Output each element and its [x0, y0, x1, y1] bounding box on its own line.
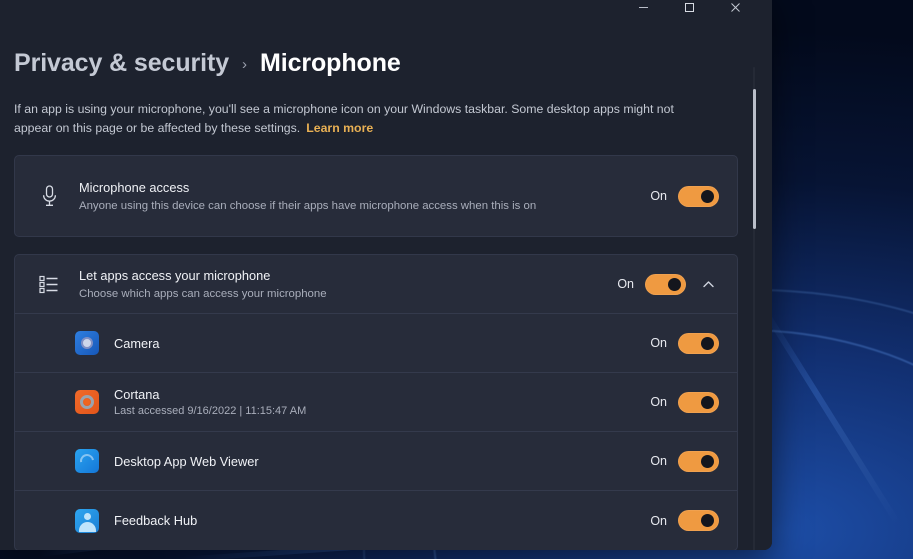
close-icon [730, 2, 740, 12]
app-toggle[interactable] [678, 391, 719, 413]
breadcrumb-parent-link[interactable]: Privacy & security [14, 49, 229, 78]
app-name: Camera [114, 335, 160, 351]
page-description: If an app is using your microphone, you'… [14, 100, 708, 138]
app-access-control: On [617, 273, 719, 295]
toggle-knob [701, 454, 714, 468]
learn-more-link[interactable]: Learn more [306, 121, 373, 135]
microphone-access-text: Microphone access Anyone using this devi… [79, 179, 650, 214]
minimize-icon [638, 6, 648, 8]
camera-app-icon [75, 331, 99, 355]
microphone-access-card: Microphone access Anyone using this devi… [14, 155, 738, 237]
app-state-label: On [650, 454, 667, 468]
app-name: Cortana [114, 386, 160, 402]
app-name: Feedback Hub [114, 513, 198, 528]
app-state-label: On [650, 336, 667, 350]
maximize-button[interactable] [666, 0, 712, 22]
microphone-icon [33, 184, 65, 208]
microphone-access-control: On [650, 185, 719, 207]
app-control: On [650, 332, 719, 354]
breadcrumb-separator-icon: › [242, 56, 247, 73]
table-row[interactable]: Feedback Hub On [15, 491, 737, 550]
app-access-row[interactable]: Let apps access your microphone Choose w… [15, 255, 737, 313]
app-control: On [650, 510, 719, 531]
chevron-up-icon[interactable] [697, 273, 719, 295]
feedback-hub-app-icon [75, 508, 99, 533]
cortana-dot [84, 399, 90, 405]
app-access-subtitle: Choose which apps can access your microp… [79, 287, 327, 300]
app-info: Feedback Hub [114, 512, 650, 529]
app-toggle[interactable] [678, 332, 719, 354]
app-info: Cortana Last accessed 9/16/2022 | 11:15:… [114, 386, 650, 419]
person-head [84, 512, 91, 520]
toggle-knob [701, 336, 714, 350]
app-info: Camera [114, 335, 650, 352]
settings-window: Privacy & security › Microphone If an ap… [0, 0, 772, 550]
toggle-knob [701, 514, 714, 527]
app-state-label: On [650, 513, 667, 528]
app-access-toggle[interactable] [645, 273, 686, 295]
app-toggle[interactable] [678, 450, 719, 472]
cortana-app-icon [75, 390, 99, 414]
web-viewer-swirl [77, 451, 97, 471]
maximize-icon [684, 2, 694, 12]
scrollbar-thumb[interactable] [752, 89, 756, 229]
app-permission-list: Camera On Cortana Last accessed 9/16/202… [15, 313, 737, 550]
window-titlebar [0, 0, 772, 22]
breadcrumb: Privacy & security › Microphone [14, 49, 738, 78]
toggle-knob [701, 395, 714, 409]
app-name: Desktop App Web Viewer [114, 453, 259, 469]
app-access-text: Let apps access your microphone Choose w… [79, 267, 617, 302]
cortana-ring [80, 395, 94, 409]
app-info: Desktop App Web Viewer [114, 453, 650, 470]
person-body [79, 521, 96, 532]
desktop-background: Privacy & security › Microphone If an ap… [0, 0, 913, 559]
list-icon [33, 274, 65, 294]
app-last-accessed: Last accessed 9/16/2022 | 11:15:47 AM [114, 404, 307, 417]
microphone-access-title: Microphone access [79, 179, 190, 195]
web-viewer-app-icon [75, 449, 99, 473]
table-row[interactable]: Cortana Last accessed 9/16/2022 | 11:15:… [15, 373, 737, 432]
app-access-state-label: On [617, 277, 634, 291]
page-scrollbar[interactable] [748, 67, 760, 550]
camera-lens [81, 337, 93, 349]
app-control: On [650, 450, 719, 472]
table-row[interactable]: Camera On [15, 314, 737, 373]
microphone-access-state-label: On [650, 189, 667, 203]
app-toggle[interactable] [678, 510, 719, 531]
app-control: On [650, 391, 719, 413]
toggle-knob [668, 277, 681, 291]
close-button[interactable] [712, 0, 758, 22]
app-access-card: Let apps access your microphone Choose w… [14, 254, 738, 550]
microphone-access-row[interactable]: Microphone access Anyone using this devi… [15, 156, 737, 236]
toggle-knob [701, 189, 714, 203]
app-access-title: Let apps access your microphone [79, 267, 271, 283]
app-state-label: On [650, 395, 667, 409]
page-title: Microphone [260, 49, 401, 77]
microphone-access-subtitle: Anyone using this device can choose if t… [79, 199, 537, 212]
microphone-access-toggle[interactable] [678, 185, 719, 207]
minimize-button[interactable] [620, 0, 666, 22]
table-row[interactable]: Desktop App Web Viewer On [15, 432, 737, 491]
settings-page: Privacy & security › Microphone If an ap… [0, 49, 772, 550]
